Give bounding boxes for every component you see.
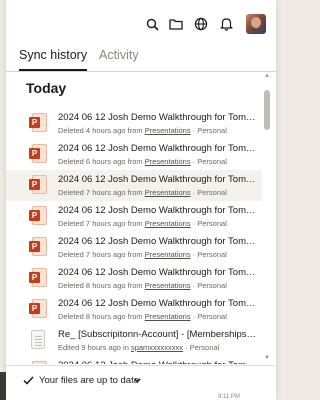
folder-link[interactable]: Presentations [145,250,191,259]
powerpoint-file-icon: P [29,299,47,319]
meta-location-text: · Personal [190,250,227,259]
file-name: Re_ [Subscripitonn-Account] - [Membershi… [58,329,258,340]
file-meta: Deleted 8 hours ago from Presentations ·… [58,312,258,321]
list-item[interactable]: P 2024 06 12 Josh Demo Walkthrough for To… [6,139,262,170]
powerpoint-file-icon: P [29,113,47,133]
file-meta: Deleted 7 hours ago from Presentations ·… [58,188,258,197]
file-name: 2024 06 12 Josh Demo Walkthrough for Tom… [58,174,258,185]
file-meta: Deleted 6 hours ago from Presentations ·… [58,157,258,166]
file-name: 2024 06 12 Josh Demo Walkthrough for Tom… [58,205,258,216]
meta-action-text: Edited 9 hours ago in [58,343,131,352]
list-item[interactable]: P 2024 06 12 Josh Demo Walkthrough for To… [6,170,262,201]
file-meta: Deleted 8 hours ago from Presentations ·… [58,281,258,290]
folder-link[interactable]: Presentations [145,188,191,197]
scroll-down-arrow-icon[interactable]: ▼ [263,354,271,362]
file-meta: Edited 9 hours ago in spamxxxxxxxxx · Pe… [58,343,258,352]
meta-action-text: Deleted 7 hours ago from [58,188,145,197]
list-item[interactable]: P 2024 06 12 Josh Demo Walkthrough for To… [6,201,262,232]
scrollbar-thumb[interactable] [264,90,270,130]
folder-link[interactable]: Presentations [145,312,191,321]
powerpoint-file-icon: P [29,361,47,364]
file-meta: Deleted 7 hours ago from Presentations ·… [58,250,258,259]
meta-action-text: Deleted 7 hours ago from [58,219,145,228]
folder-link[interactable]: Presentations [145,281,191,290]
chevron-down-icon[interactable] [134,378,141,383]
powerpoint-file-icon: P [29,206,47,226]
list-item[interactable]: P 2024 06 12 Josh Demo Walkthrough for To… [6,263,262,294]
document-file-icon [29,330,47,350]
section-title-today: Today [26,80,67,96]
tab-bar: Sync history Activity [6,46,276,72]
checkmark-icon [23,376,34,385]
sync-status-bar[interactable]: Your files are up to date [6,365,276,396]
desktop-background-strip [0,372,6,400]
meta-location-text: · Personal [183,343,220,352]
meta-action-text: Deleted 4 hours ago from [58,126,145,135]
meta-location-text: · Personal [190,281,227,290]
meta-location-text: · Personal [190,188,227,197]
tab-activity[interactable]: Activity [99,48,139,69]
sync-panel: Sync history Activity Today P 2024 06 12 … [6,0,276,400]
list-item[interactable]: P 2024 06 12 Josh Demo Walkthrough for To… [6,232,262,263]
meta-action-text: Deleted 8 hours ago from [58,281,145,290]
folder-icon[interactable] [168,16,184,32]
powerpoint-file-icon: P [29,144,47,164]
powerpoint-file-icon: P [29,237,47,257]
meta-location-text: · Personal [190,219,227,228]
folder-link[interactable]: Presentations [145,126,191,135]
top-bar [6,0,276,46]
list-item[interactable]: P 2024 06 12 Josh Demo Walkthrough for To… [6,294,262,325]
sync-history-list: Today P 2024 06 12 Josh Demo Walkthrough … [6,72,262,364]
folder-link[interactable]: Presentations [145,157,191,166]
folder-link[interactable]: spamxxxxxxxxx [131,343,183,352]
powerpoint-file-icon: P [29,175,47,195]
list-item[interactable]: Re_ [Subscripitonn-Account] - [Membershi… [6,325,262,356]
avatar[interactable] [246,14,266,34]
search-icon[interactable] [144,16,160,32]
meta-action-text: Deleted 7 hours ago from [58,250,145,259]
file-name: 2024 06 12 Josh Demo Walkthrough for Tom… [58,360,258,364]
file-name: 2024 06 12 Josh Demo Walkthrough for Tom… [58,298,258,309]
file-name: 2024 06 12 Josh Demo Walkthrough for Tom… [58,267,258,278]
list-item[interactable]: P 2024 06 12 Josh Demo Walkthrough for To… [6,356,262,364]
list-item[interactable]: P 2024 06 12 Josh Demo Walkthrough for To… [6,108,262,139]
meta-location-text: · Personal [190,126,227,135]
scroll-up-arrow-icon[interactable]: ▲ [263,72,271,80]
tab-sync-history[interactable]: Sync history [19,48,88,71]
file-name: 2024 06 12 Josh Demo Walkthrough for Tom… [58,236,258,247]
taskbar-clock: 9:11 PM [218,394,240,400]
scrollbar[interactable]: ▲ ▼ [263,72,271,362]
sync-status-text: Your files are up to date [39,375,139,386]
file-name: 2024 06 12 Josh Demo Walkthrough for Tom… [58,112,258,123]
meta-location-text: · Personal [190,312,227,321]
powerpoint-file-icon: P [29,268,47,288]
file-meta: Deleted 4 hours ago from Presentations ·… [58,126,258,135]
folder-link[interactable]: Presentations [145,219,191,228]
file-meta: Deleted 7 hours ago from Presentations ·… [58,219,258,228]
meta-action-text: Deleted 8 hours ago from [58,312,145,321]
file-name: 2024 06 12 Josh Demo Walkthrough for Tom… [58,143,258,154]
globe-icon[interactable] [193,16,209,32]
meta-location-text: · Personal [190,157,227,166]
bell-icon[interactable] [218,16,234,32]
meta-action-text: Deleted 6 hours ago from [58,157,145,166]
